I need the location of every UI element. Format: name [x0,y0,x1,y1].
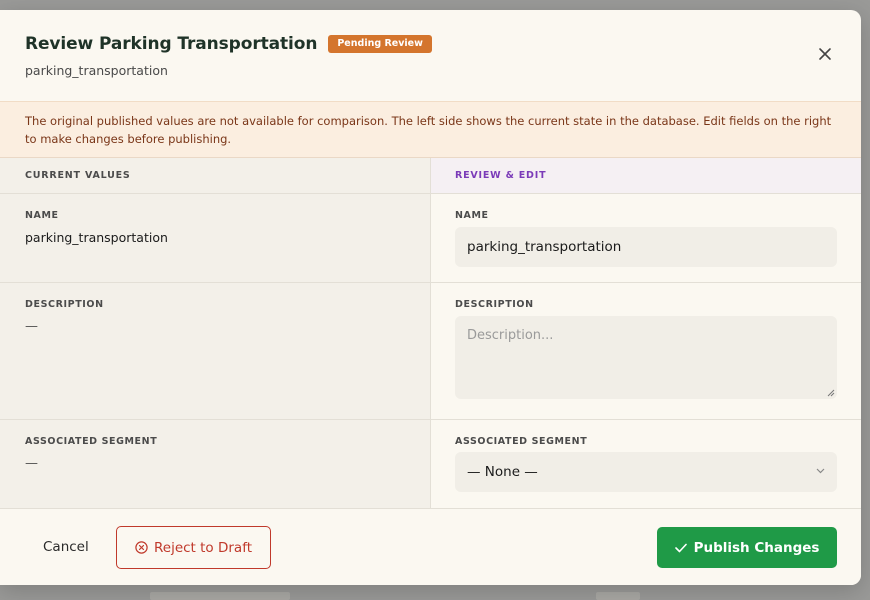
review-modal: Review Parking Transportation Pending Re… [0,10,861,585]
reject-to-draft-label: Reject to Draft [153,539,252,556]
comparison-grid: CURRENT VALUES NAME parking_transportati… [0,158,861,508]
cancel-button[interactable]: Cancel [43,539,89,555]
modal-subtitle: parking_transportation [25,63,168,78]
modal-header: Review Parking Transportation Pending Re… [0,10,861,101]
publish-changes-button[interactable]: Publish Changes [657,527,837,568]
resize-handle-icon[interactable] [827,389,835,397]
edit-name-label: NAME [455,210,489,221]
description-placeholder: Description... [467,328,554,343]
current-name-label: NAME [25,210,59,221]
edit-description-row: DESCRIPTION Description... [431,283,861,420]
current-name-value: parking_transportation [25,230,168,245]
name-input[interactable]: parking_transportation [455,227,837,267]
current-description-value: — [25,319,38,334]
edit-segment-label: ASSOCIATED SEGMENT [455,436,588,447]
modal-footer: Cancel Reject to Draft Publish Changes [0,508,861,585]
current-segment-row: ASSOCIATED SEGMENT — [0,420,430,508]
status-badge: Pending Review [328,35,432,53]
edit-name-row: NAME parking_transportation [431,194,861,283]
title-row: Review Parking Transportation Pending Re… [25,34,861,54]
current-description-label: DESCRIPTION [25,299,104,310]
segment-select[interactable]: — None — [455,452,837,492]
edit-segment-row: ASSOCIATED SEGMENT — None — [431,420,861,508]
comparison-notice: The original published values are not av… [0,101,861,158]
publish-changes-label: Publish Changes [693,539,820,556]
current-segment-value: — [25,456,38,471]
current-values-heading: CURRENT VALUES [0,158,430,194]
current-segment-label: ASSOCIATED SEGMENT [25,436,158,447]
review-edit-column: REVIEW & EDIT NAME parking_transportatio… [431,158,861,508]
close-button[interactable] [817,46,833,62]
segment-select-value: — None — [467,464,538,480]
chevron-down-icon [816,468,825,474]
modal-title: Review Parking Transportation [25,34,318,54]
review-edit-heading: REVIEW & EDIT [431,158,861,194]
current-description-row: DESCRIPTION — [0,283,430,420]
check-icon [674,543,687,553]
backdrop-bar-left [150,592,290,600]
reject-to-draft-button[interactable]: Reject to Draft [116,526,271,569]
backdrop-bar-right [596,592,640,600]
x-circle-icon [135,541,148,554]
description-textarea[interactable]: Description... [455,316,837,399]
edit-description-label: DESCRIPTION [455,299,534,310]
current-values-column: CURRENT VALUES NAME parking_transportati… [0,158,431,508]
current-name-row: NAME parking_transportation [0,194,430,283]
close-icon [819,48,831,60]
